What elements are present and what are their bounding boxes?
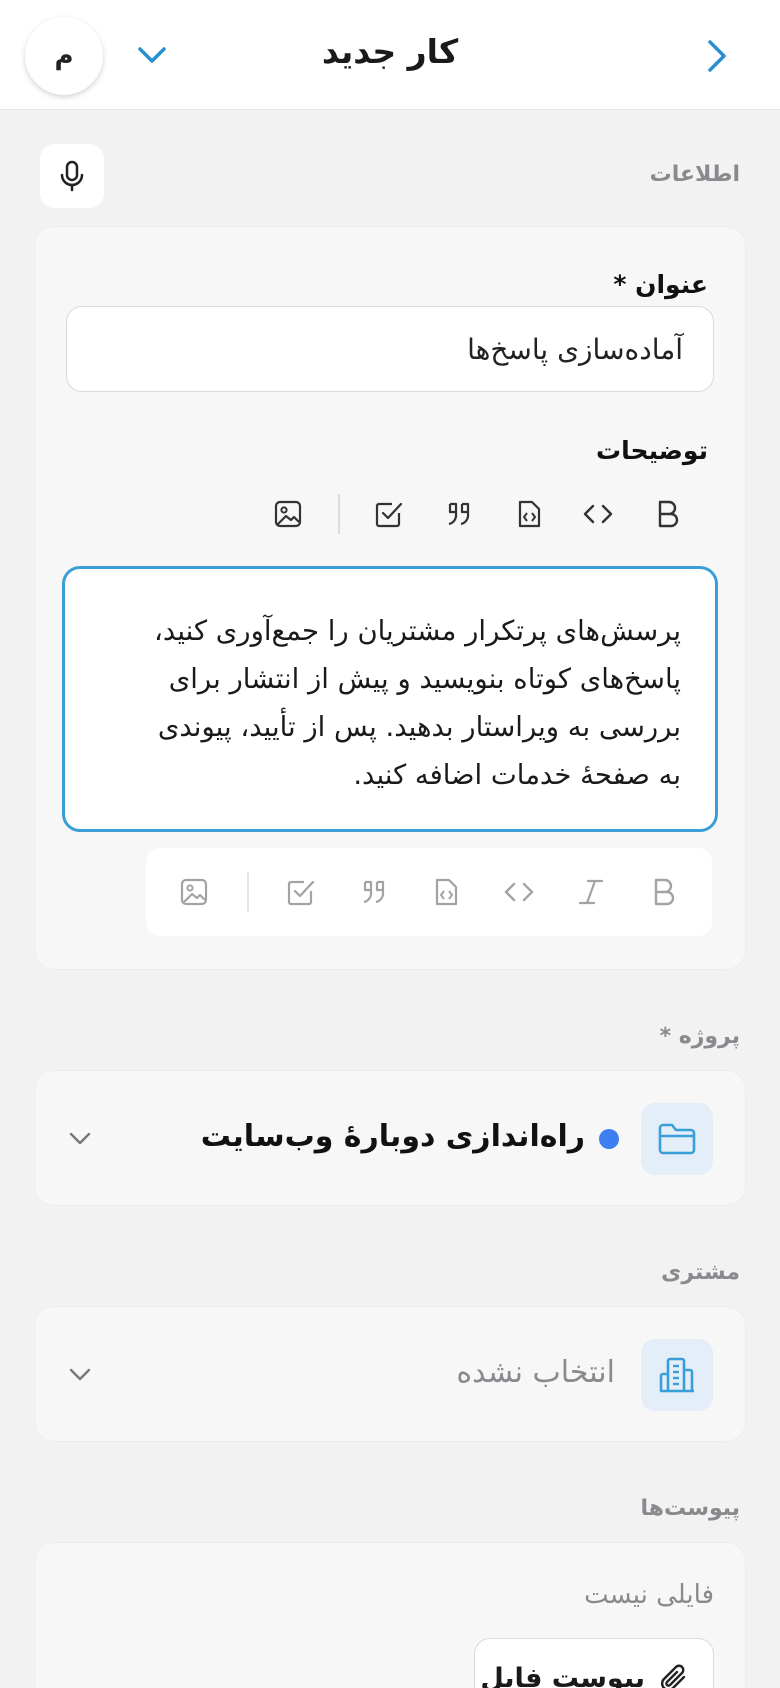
code-file-icon[interactable]	[426, 872, 466, 912]
folder-icon	[641, 1103, 713, 1175]
project-section-label: پروژه *	[659, 1024, 740, 1049]
customer-select[interactable]: انتخاب نشده	[34, 1306, 746, 1442]
avatar[interactable]: م	[25, 17, 103, 95]
bold-icon[interactable]	[648, 494, 688, 534]
paperclip-icon	[661, 1664, 686, 1688]
no-files-text: فایلی نیست	[584, 1580, 714, 1610]
info-section-label: اطلاعات	[649, 162, 740, 187]
microphone-icon	[60, 160, 84, 192]
quote-icon[interactable]	[439, 494, 479, 534]
attach-file-button[interactable]: پیوست فایل	[474, 1638, 714, 1688]
project-color-dot	[599, 1129, 619, 1149]
code-file-icon[interactable]	[509, 494, 549, 534]
project-select[interactable]: راه‌اندازی دوبارهٔ وب‌سایت	[34, 1070, 746, 1206]
description-line: بررسی به ویراستار بدهید. پس از تأیید، پی…	[157, 711, 681, 743]
avatar-letter: م	[54, 41, 74, 71]
customer-selected-value: انتخاب نشده	[456, 1355, 615, 1390]
description-toolbar	[268, 494, 688, 534]
toolbar-divider	[337, 494, 340, 534]
description-field-label: توضیحات	[596, 436, 708, 465]
chevron-down-icon	[65, 1359, 95, 1389]
page-title: کار جدید	[321, 32, 459, 71]
building-icon	[641, 1339, 713, 1411]
project-selected-value: راه‌اندازی دوبارهٔ وب‌سایت	[200, 1119, 585, 1154]
title-input[interactable]: آماده‌سازی پاسخ‌ها	[66, 306, 714, 392]
description-textarea[interactable]: پرسش‌های پرتکرار مشتریان را جمع‌آوری کنی…	[62, 566, 718, 832]
attach-file-label: پیوست فایل	[480, 1662, 645, 1688]
checkbox-icon[interactable]	[369, 494, 409, 534]
image-icon[interactable]	[174, 872, 214, 912]
chevron-down-icon[interactable]	[134, 40, 170, 70]
back-chevron-icon[interactable]	[700, 36, 732, 76]
attachments-section-label: پیوست‌ها	[640, 1496, 740, 1521]
formatting-bar	[146, 848, 712, 936]
image-icon[interactable]	[268, 494, 308, 534]
italic-icon[interactable]	[571, 872, 611, 912]
title-field-label: عنوان *	[613, 270, 708, 299]
description-line: پاسخ‌های کوتاه بنویسید و پیش از انتشار ب…	[168, 663, 681, 695]
bold-icon[interactable]	[644, 872, 684, 912]
voice-input-button[interactable]	[40, 144, 104, 208]
customer-section-label: مشتری	[661, 1260, 740, 1285]
code-icon[interactable]	[499, 872, 539, 912]
chevron-down-icon	[65, 1123, 95, 1153]
checkbox-icon[interactable]	[281, 872, 321, 912]
code-icon[interactable]	[578, 494, 618, 534]
toolbar-divider	[246, 872, 249, 912]
app-header: م کار جدید	[0, 0, 780, 110]
description-line: پرسش‌های پرتکرار مشتریان را جمع‌آوری کنی…	[154, 615, 681, 647]
description-line: به صفحهٔ خدمات اضافه کنید.	[353, 759, 681, 791]
quote-icon[interactable]	[354, 872, 394, 912]
